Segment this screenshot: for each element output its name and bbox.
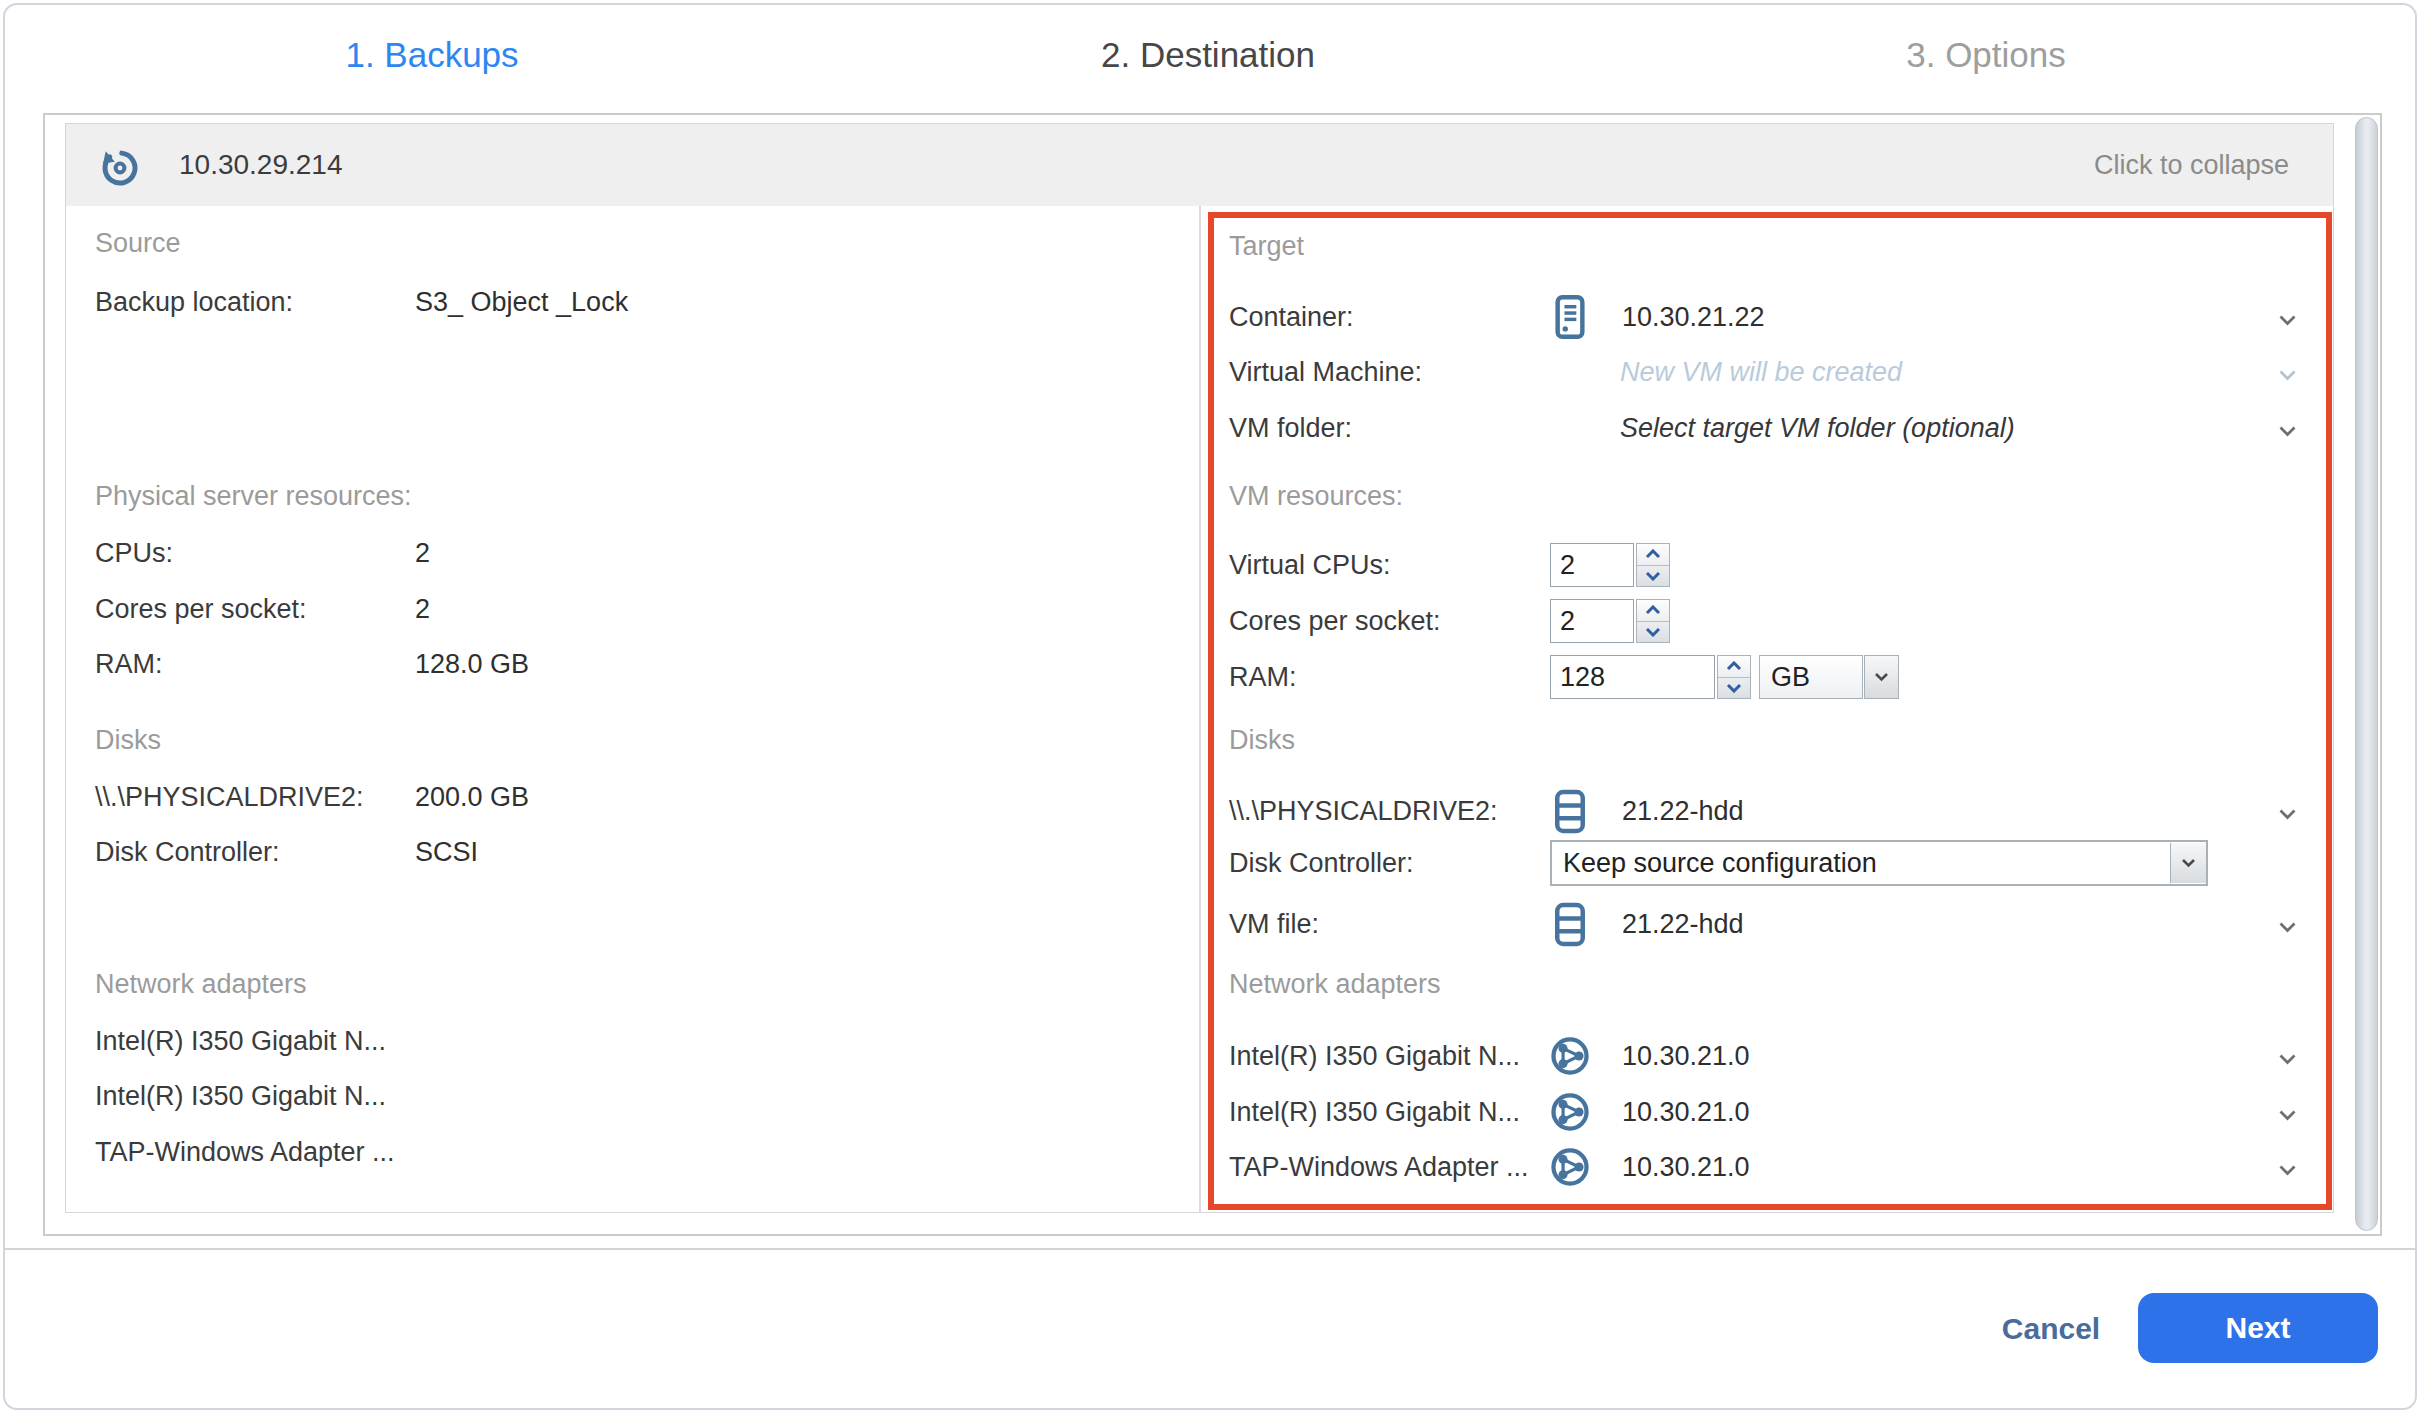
- virtual-cpus-row: Virtual CPUs: 2: [1229, 537, 2297, 593]
- target-adapter-row: TAP-Windows Adapter ... 10.30.21.0: [1229, 1139, 2297, 1195]
- container-row: Container: 10.30.21.22: [1229, 289, 2297, 345]
- spin-down-icon: [1637, 622, 1669, 643]
- chevron-down-icon[interactable]: [2278, 1041, 2297, 1072]
- spin-down-icon: [1718, 678, 1750, 699]
- chevron-down-icon[interactable]: [2278, 796, 2297, 827]
- spin-up-icon: [1637, 544, 1669, 566]
- chevron-down-icon[interactable]: [2278, 302, 2297, 333]
- target-adapter-row: Intel(R) I350 Gigabit N... 10.30.21.0: [1229, 1028, 2297, 1084]
- panel-body: Source Backup location: S3_ Object _Lock…: [65, 206, 2334, 1213]
- cores-stepper[interactable]: 2: [1550, 599, 1670, 643]
- target-disk-controller-row: Disk Controller: Keep source configurati…: [1229, 835, 2297, 891]
- network-adapters-label: Network adapters: [95, 956, 1173, 1012]
- chevron-down-icon: [1864, 655, 1899, 699]
- collapse-hint[interactable]: Click to collapse: [2094, 150, 2289, 181]
- target-network-label: Network adapters: [1229, 956, 2297, 1012]
- cancel-button[interactable]: Cancel: [1981, 1307, 2121, 1351]
- cpus-row: CPUs: 2: [95, 525, 1173, 581]
- server-ip: 10.30.29.214: [179, 149, 343, 181]
- target-ram-row: RAM: 128 GB: [1229, 649, 2297, 705]
- chevron-down-icon: [2170, 843, 2206, 883]
- chevron-down-icon[interactable]: [2278, 1097, 2297, 1128]
- tab-backups[interactable]: 1. Backups: [182, 20, 682, 90]
- spin-down-icon: [1637, 566, 1669, 587]
- chevron-down-icon[interactable]: [2278, 1152, 2297, 1183]
- target-highlight: Target Container: 10.30.21.22 Virtual Ma…: [1208, 212, 2332, 1210]
- hdd-icon: [1552, 789, 1588, 834]
- footer-divider: [5, 1248, 2415, 1250]
- cores-row: Cores per socket: 2: [95, 581, 1173, 637]
- tab-destination[interactable]: 2. Destination: [958, 20, 1458, 90]
- restore-icon: [97, 142, 141, 188]
- tab-options[interactable]: 3. Options: [1736, 20, 2236, 90]
- spin-up-icon: [1637, 600, 1669, 622]
- network-icon: [1550, 1031, 1590, 1081]
- target-section-label: Target: [1229, 218, 2297, 274]
- hdd-icon: [1552, 902, 1588, 947]
- scrollbar-thumb[interactable]: [2355, 117, 2378, 1231]
- virtual-cpus-stepper[interactable]: 2: [1550, 543, 1670, 587]
- next-button[interactable]: Next: [2138, 1293, 2378, 1363]
- vm-folder-row: VM folder: Select target VM folder (opti…: [1229, 400, 2297, 456]
- adapter-row: Intel(R) I350 Gigabit N...: [95, 1013, 1173, 1069]
- ram-unit-select[interactable]: GB: [1759, 655, 1899, 699]
- disks-section-label: Disks: [95, 712, 1173, 768]
- source-section-label: Source: [95, 215, 1173, 271]
- cores-per-socket-row: Cores per socket: 2: [1229, 593, 2297, 649]
- physical-resources-label: Physical server resources:: [95, 468, 1173, 524]
- disk-controller-select[interactable]: Keep source configuration: [1550, 840, 2208, 886]
- chevron-down-icon[interactable]: [2278, 909, 2297, 940]
- chevron-down-icon[interactable]: [2278, 413, 2297, 444]
- vm-file-row: VM file: 21.22-hdd: [1229, 896, 2297, 952]
- target-adapter-row: Intel(R) I350 Gigabit N... 10.30.21.0: [1229, 1084, 2297, 1140]
- network-icon: [1550, 1142, 1590, 1192]
- backup-location-row: Backup location: S3_ Object _Lock: [95, 274, 1173, 330]
- target-disk-row: \\.\PHYSICALDRIVE2: 21.22-hdd: [1229, 783, 2297, 839]
- physicaldrive-row: \\.\PHYSICALDRIVE2: 200.0 GB: [95, 769, 1173, 825]
- host-icon: [1551, 294, 1589, 340]
- server-panel-header[interactable]: 10.30.29.214 Click to collapse: [65, 123, 2334, 207]
- vm-resources-label: VM resources:: [1229, 468, 2297, 524]
- ram-stepper[interactable]: 128: [1550, 655, 1751, 699]
- disk-controller-row: Disk Controller: SCSI: [95, 824, 1173, 880]
- spin-up-icon: [1718, 656, 1750, 678]
- adapter-row: TAP-Windows Adapter ...: [95, 1124, 1173, 1180]
- target-disks-label: Disks: [1229, 712, 2297, 768]
- ram-row: RAM: 128.0 GB: [95, 636, 1173, 692]
- network-icon: [1550, 1087, 1590, 1137]
- chevron-down-icon[interactable]: [2278, 357, 2297, 388]
- virtual-machine-row: Virtual Machine: New VM will be created: [1229, 344, 2297, 400]
- adapter-row: Intel(R) I350 Gigabit N...: [95, 1068, 1173, 1124]
- column-divider: [1199, 206, 1201, 1212]
